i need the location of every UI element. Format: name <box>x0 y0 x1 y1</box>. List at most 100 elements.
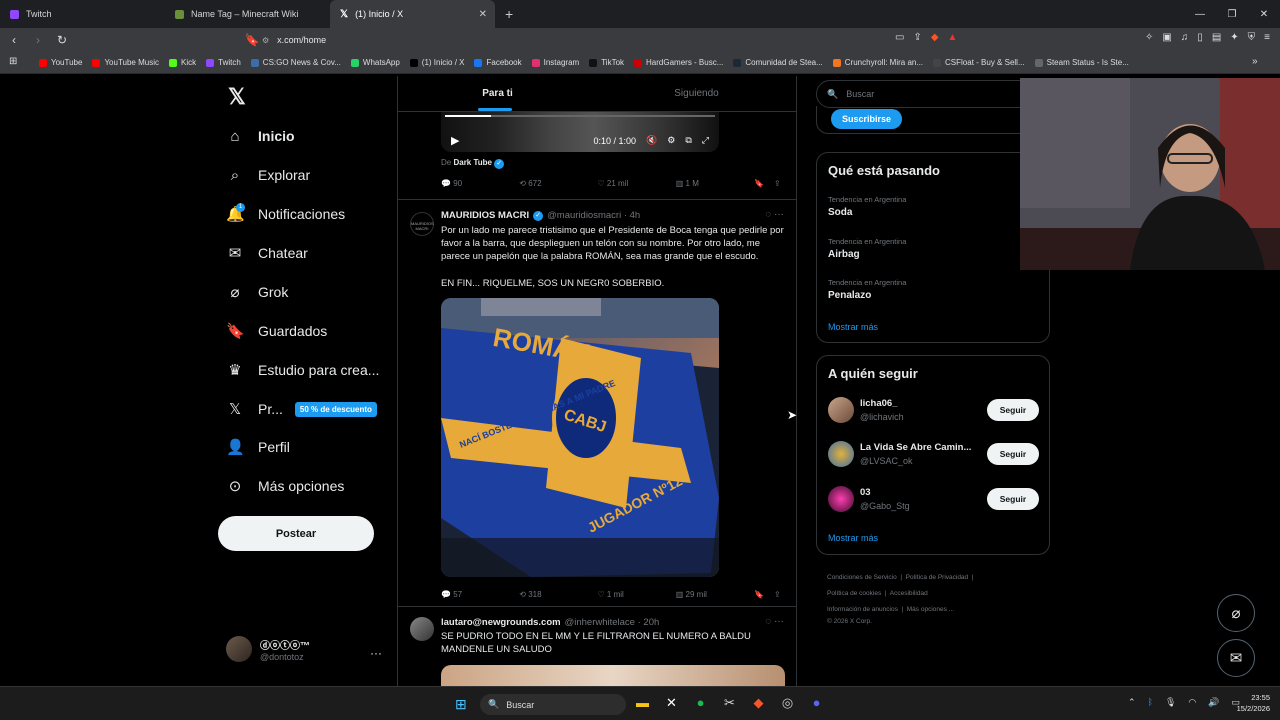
microphone-icon[interactable]: 🎙 <box>1165 697 1176 708</box>
post-avatar[interactable] <box>410 617 434 641</box>
video-player[interactable]: ▶ 0:10 / 1:00 🔇 ⚙ ⧉ ⤢ <box>441 112 719 152</box>
windows-start-icon[interactable]: ⊞ <box>455 696 467 713</box>
post-more-icon[interactable]: ◌ ··· <box>765 209 784 220</box>
media-icon[interactable]: ▤ <box>1212 32 1221 43</box>
wallet-icon[interactable]: ▣ <box>1162 32 1171 43</box>
share-button[interactable]: ⇪ <box>774 590 786 599</box>
bookmark-item[interactable]: (1) Inicio / X <box>405 58 470 67</box>
spotify-icon[interactable]: ● <box>692 695 709 711</box>
avatar[interactable] <box>828 486 854 512</box>
bookmark-item[interactable]: CS:GO News & Cov... <box>246 58 346 67</box>
taskbar-search[interactable]: 🔍 Buscar <box>480 694 626 715</box>
footer-link[interactable]: Más opciones ... <box>907 606 954 613</box>
site-info-icon[interactable]: ⚙ <box>262 36 269 45</box>
tab-following[interactable]: Siguiendo <box>597 76 796 111</box>
volume-icon[interactable]: 🔊 <box>1208 697 1219 708</box>
account-more-icon[interactable]: ··· <box>370 646 382 660</box>
steam-icon[interactable]: ◎ <box>779 695 796 711</box>
post-more-icon[interactable]: ◌ ··· <box>765 616 784 627</box>
volume-icon[interactable]: 🔇 <box>646 135 657 146</box>
post-author-handle[interactable]: @inherwhitelace · 20h <box>565 617 660 628</box>
views-button[interactable]: ▥ 1 M <box>676 179 754 188</box>
tray-chevron-icon[interactable]: ⌃ <box>1128 697 1136 708</box>
nav-item-grok[interactable]: ⌀ Grok <box>226 280 288 304</box>
bookmark-item[interactable]: Crunchyroll: Mira an... <box>828 58 928 67</box>
footer-link[interactable]: Condiciones de Servicio <box>827 574 897 581</box>
reload-button[interactable]: ↻ <box>52 33 72 47</box>
bookmark-item[interactable]: Facebook <box>469 58 526 67</box>
menu-icon[interactable]: ≡ <box>1264 32 1270 43</box>
back-button[interactable]: ‹ <box>4 33 24 47</box>
nav-item-search[interactable]: ⌕ Explorar <box>226 163 310 187</box>
post-button[interactable]: Postear <box>218 516 374 551</box>
discord-icon[interactable]: ● <box>808 695 825 711</box>
brave-rewards-icon[interactable]: ▲ <box>948 32 958 43</box>
avatar[interactable] <box>828 397 854 423</box>
x-logo-icon[interactable]: 𝕏 <box>228 84 246 110</box>
follow-name[interactable]: La Vida Se Abre Camin... <box>860 442 980 453</box>
file-explorer-icon[interactable]: ▬ <box>634 695 651 711</box>
messages-fab-button[interactable]: ✉ <box>1217 639 1255 677</box>
repost-button[interactable]: ⟲ 672 <box>519 179 597 188</box>
sidebar-icon[interactable]: ▯ <box>1197 32 1203 43</box>
bookmark-item[interactable]: Twitch <box>201 58 246 67</box>
play-icon[interactable]: ▶ <box>451 134 459 147</box>
follow-name[interactable]: 03 <box>860 487 980 498</box>
subscribe-button[interactable]: Suscribirse <box>831 109 903 129</box>
forward-button[interactable]: › <box>28 33 48 47</box>
xbox-icon[interactable]: ✕ <box>663 695 680 711</box>
bookmark-item[interactable]: WhatsApp <box>346 58 405 67</box>
follow-button[interactable]: Seguir <box>987 399 1039 421</box>
post-author-handle[interactable]: @mauridiosmacri · 4h <box>547 210 640 221</box>
bookmark-page-icon[interactable]: 🔖 <box>242 33 262 47</box>
post-avatar[interactable]: MAURIDIOS MACRI <box>410 212 434 236</box>
post-author-name[interactable]: lautaro@newgrounds.com <box>441 617 561 628</box>
nav-item-mail[interactable]: ✉ Chatear <box>226 241 308 265</box>
post-image[interactable] <box>441 665 785 686</box>
follow-button[interactable]: Seguir <box>987 488 1039 510</box>
system-clock[interactable]: 23:55 15/2/2026 <box>1226 692 1270 714</box>
post-image[interactable]: CABJ ROMÁN NACÍ BOSTERO GRACIAS A MI PAD… <box>441 298 719 577</box>
bookmark-button[interactable]: 🔖 <box>754 590 774 599</box>
share-icon[interactable]: ⇪ <box>913 32 921 43</box>
music-icon[interactable]: ♫ <box>1181 32 1189 43</box>
footer-link[interactable]: Política de Privacidad <box>906 574 969 581</box>
search-input[interactable]: 🔍 Buscar <box>816 80 1050 108</box>
like-button[interactable]: ♡ 21 mil <box>598 179 676 188</box>
footer-link[interactable]: Accesibilidad <box>890 590 928 597</box>
brave-shield-icon[interactable]: ◆ <box>931 32 939 43</box>
reply-button[interactable]: 💬 57 <box>441 590 519 599</box>
tab-for-you[interactable]: Para ti <box>398 76 597 111</box>
reply-button[interactable]: 💬 90 <box>441 179 519 188</box>
footer-link[interactable]: Información de anuncios <box>827 606 898 613</box>
views-button[interactable]: ▥ 29 mil <box>676 590 754 599</box>
tab-minecraft-wiki[interactable]: Name Tag – Minecraft Wiki <box>165 0 330 28</box>
nav-item-more-circle[interactable]: ⊙ Más opciones <box>226 474 345 498</box>
wifi-icon[interactable]: ◠ <box>1188 697 1196 708</box>
account-switcher[interactable]: ⓓⓞⓣⓞ™ @dontotoz <box>226 636 310 662</box>
nav-item-person[interactable]: 👤 Perfil <box>226 435 290 459</box>
follow-name[interactable]: licha06_ <box>860 398 980 409</box>
bookmark-item[interactable]: CSFloat - Buy & Sell... <box>928 58 1030 67</box>
video-progress-bar[interactable] <box>445 115 715 117</box>
maximize-button[interactable]: ❐ <box>1216 0 1248 28</box>
bookmark-item[interactable]: TikTok <box>584 58 629 67</box>
leo-icon[interactable]: ✦ <box>1230 32 1238 43</box>
apps-grid-icon[interactable]: ⊞ <box>9 56 17 67</box>
footer-link[interactable]: Política de cookies <box>827 590 881 597</box>
more-bookmarks-icon[interactable]: » <box>1252 56 1258 67</box>
extensions-icon[interactable]: ✧ <box>1145 32 1153 43</box>
fullscreen-icon[interactable]: ⤢ <box>702 135 709 146</box>
nav-item-home[interactable]: ⌂ Inicio <box>226 124 294 148</box>
post-lautaro[interactable]: lautaro@newgrounds.com @inherwhitelace ·… <box>398 607 796 686</box>
bookmark-item[interactable]: HardGamers - Busc... <box>629 58 728 67</box>
pip-icon[interactable]: ⧉ <box>685 135 691 146</box>
bluetooth-icon[interactable]: ᛒ <box>1148 697 1153 708</box>
video-source-link[interactable]: Dark Tube <box>453 158 492 167</box>
bookmark-item[interactable]: Steam Status - Is Ste... <box>1030 58 1134 67</box>
nav-item-bell[interactable]: 🔔 1 Notificaciones <box>226 202 345 226</box>
url-field[interactable]: ⚙ x.com/home <box>262 30 982 50</box>
nav-item-bookmark[interactable]: 🔖 Guardados <box>226 319 327 343</box>
bookmark-item[interactable]: YouTube <box>34 58 87 67</box>
nav-item-studio[interactable]: ♛ Estudio para crea... <box>226 358 379 382</box>
